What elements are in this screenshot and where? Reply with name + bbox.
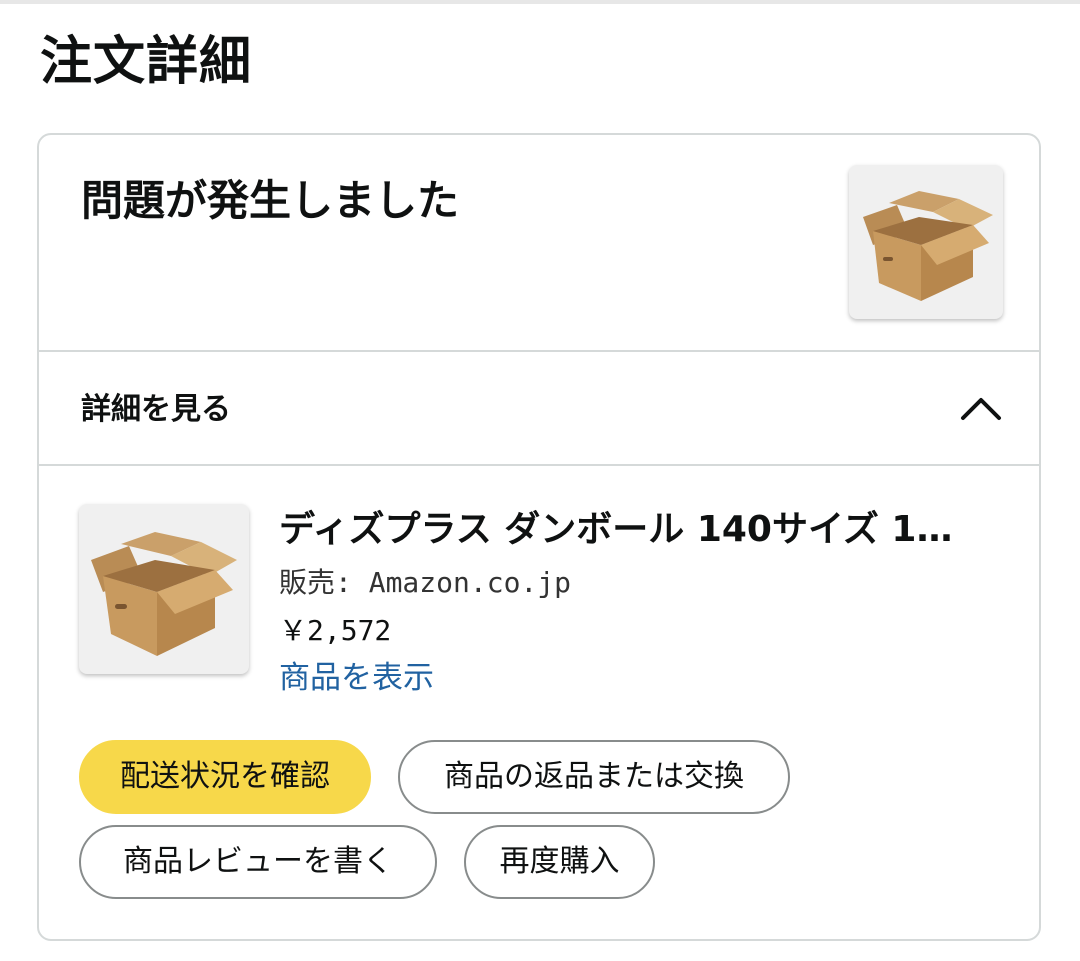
order-status-message: 問題が発生しました: [81, 176, 460, 225]
item-product-thumbnail[interactable]: [79, 504, 249, 674]
order-status-section: 問題が発生しました: [39, 135, 1039, 352]
buy-again-button[interactable]: 再度購入: [464, 825, 655, 899]
track-package-button[interactable]: 配送状況を確認: [79, 740, 371, 814]
chevron-up-icon[interactable]: [957, 388, 1005, 428]
view-item-link[interactable]: 商品を表示: [279, 657, 434, 699]
top-divider: [0, 0, 1080, 4]
page-title: 注文詳細: [40, 32, 253, 92]
see-details-label: 詳細を見る: [81, 392, 231, 427]
item-seller: 販売: Amazon.co.jp: [279, 566, 572, 599]
status-product-thumbnail[interactable]: [849, 165, 1003, 319]
cardboard-box-icon: [91, 532, 237, 656]
cardboard-box-icon: [863, 191, 993, 301]
see-details-toggle[interactable]: 詳細を見る: [39, 352, 1039, 466]
order-card: 問題が発生しました 詳細を見る ディズプラス ダンボール 140サイズ 1… 販…: [37, 133, 1041, 941]
item-title[interactable]: ディズプラス ダンボール 140サイズ 1…: [279, 507, 989, 553]
write-review-button[interactable]: 商品レビューを書く: [79, 825, 437, 899]
return-or-exchange-button[interactable]: 商品の返品または交換: [398, 740, 790, 814]
item-price: ￥2,572: [279, 614, 392, 647]
